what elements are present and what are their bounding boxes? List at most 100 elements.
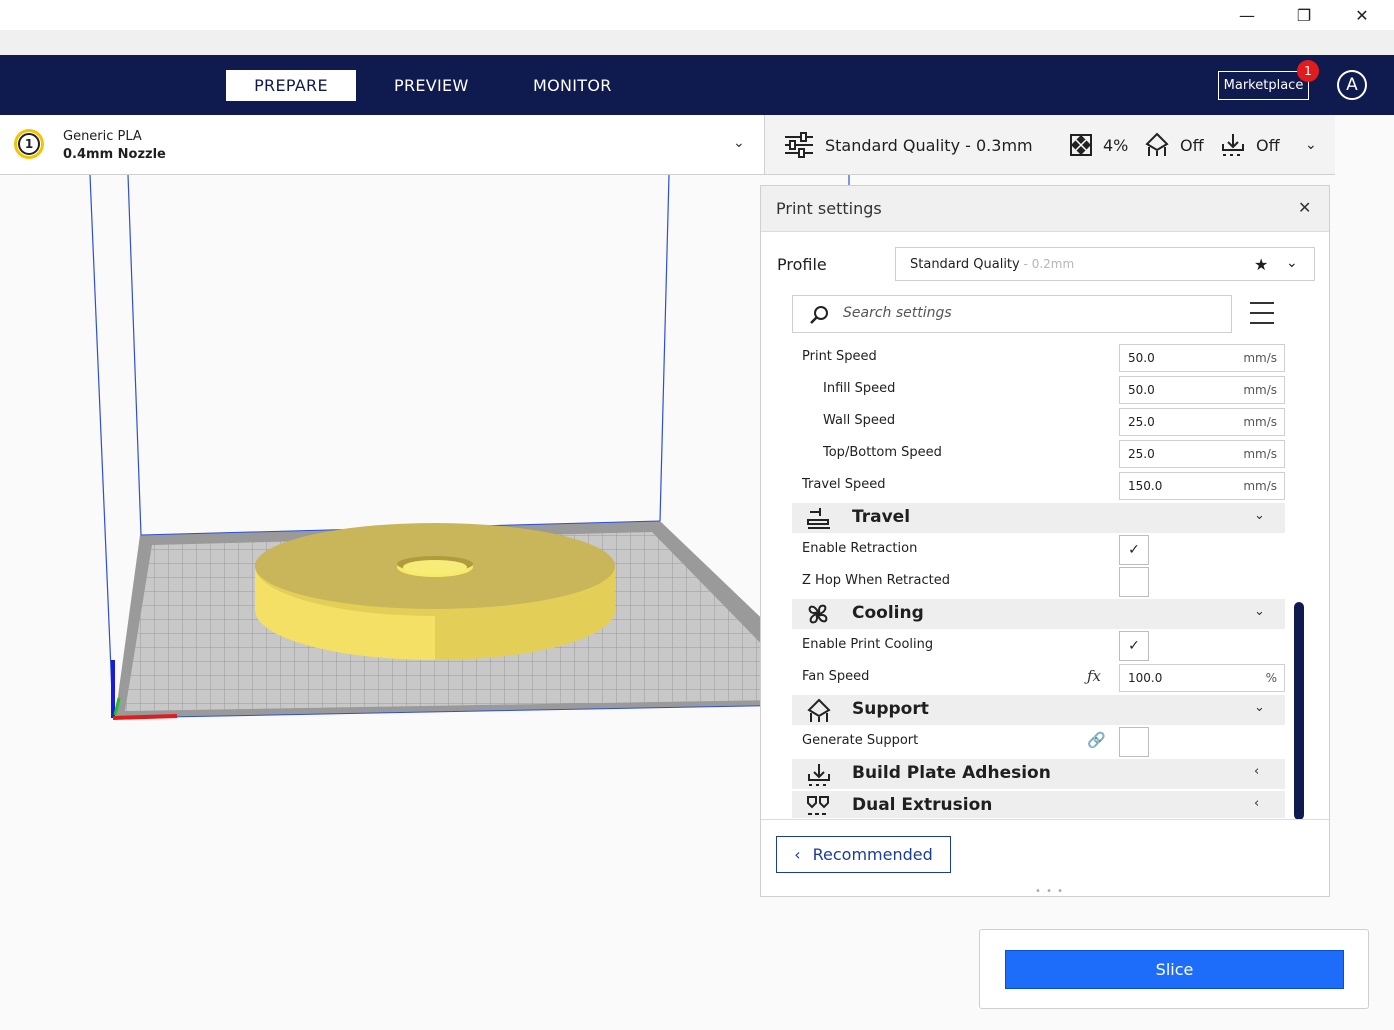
- setting-label: Generate Support: [802, 733, 919, 748]
- search-icon: [810, 306, 828, 324]
- support-summary[interactable]: Off: [1144, 115, 1204, 175]
- search-input[interactable]: [843, 305, 1213, 321]
- settings-scrollbar[interactable]: [1294, 602, 1304, 820]
- chevron-down-icon[interactable]: ⌄: [1305, 115, 1317, 175]
- quality-summary[interactable]: Standard Quality - 0.3mm: [783, 115, 1033, 175]
- close-icon[interactable]: ✕: [1298, 198, 1311, 217]
- close-window-button[interactable]: ✕: [1333, 0, 1391, 30]
- enable-cooling-checkbox[interactable]: ✓: [1119, 631, 1149, 661]
- section-title: Support: [852, 699, 929, 719]
- slice-button[interactable]: Slice: [1005, 950, 1344, 989]
- material-selector[interactable]: 1 Generic PLA 0.4mm Nozzle ⌄: [0, 115, 765, 175]
- resize-handle[interactable]: • • •: [1035, 886, 1064, 897]
- fan-speed-field[interactable]: 100.0 %: [1119, 664, 1285, 692]
- extruder-icon: 1: [14, 129, 44, 159]
- panel-title: Print settings: [776, 199, 882, 218]
- sliders-icon: [785, 132, 813, 158]
- setting-label: Wall Speed: [823, 413, 896, 428]
- wall-speed-field[interactable]: 25.0 mm/s: [1119, 408, 1285, 436]
- setting-label: Top/Bottom Speed: [823, 445, 942, 460]
- field-value: 150.0: [1128, 479, 1163, 493]
- minimize-button[interactable]: —: [1218, 0, 1276, 30]
- tab-monitor[interactable]: MONITOR: [503, 70, 642, 101]
- dual-extrusion-icon: [807, 796, 829, 815]
- field-unit: mm/s: [1243, 479, 1277, 493]
- fan-icon: [808, 604, 828, 624]
- star-icon[interactable]: ★: [1254, 255, 1268, 274]
- chevron-down-icon[interactable]: ⌄: [1254, 700, 1265, 715]
- chevron-down-icon[interactable]: ⌄: [733, 135, 745, 151]
- setting-row: Travel Speed 150.0 mm/s: [791, 470, 1286, 502]
- infill-speed-field[interactable]: 50.0 mm/s: [1119, 376, 1285, 404]
- panel-divider: [761, 819, 1329, 820]
- infill-summary[interactable]: 4%: [1069, 115, 1128, 175]
- support-icon: [1145, 132, 1169, 156]
- setting-row: Infill Speed 50.0 mm/s: [791, 374, 1286, 406]
- setting-row: Generate Support 🔗: [791, 726, 1286, 758]
- travel-icon: [807, 508, 830, 529]
- setting-row: Top/Bottom Speed 25.0 mm/s: [791, 438, 1286, 470]
- setting-label: Infill Speed: [823, 381, 896, 396]
- recommended-button[interactable]: ‹ Recommended: [776, 836, 951, 873]
- chevron-down-icon[interactable]: ⌄: [1254, 508, 1265, 523]
- profile-label: Profile: [777, 255, 827, 274]
- profile-value: Standard Quality - 0.2mm: [910, 257, 1075, 272]
- topbottom-speed-field[interactable]: 25.0 mm/s: [1119, 440, 1285, 468]
- section-dual-extrusion[interactable]: Dual Extrusion ‹: [792, 791, 1285, 818]
- menu-strip: [0, 30, 1394, 55]
- account-avatar[interactable]: A: [1337, 70, 1367, 100]
- setting-label: Fan Speed: [802, 669, 870, 684]
- chevron-left-icon[interactable]: ‹: [1254, 796, 1259, 811]
- tab-preview[interactable]: PREVIEW: [364, 70, 499, 101]
- section-cooling[interactable]: Cooling ⌄: [792, 599, 1285, 629]
- infill-icon: [1070, 134, 1092, 156]
- restore-button[interactable]: ❐: [1275, 0, 1333, 30]
- link-icon[interactable]: 🔗: [1087, 731, 1106, 749]
- section-title: Cooling: [852, 603, 924, 623]
- adhesion-summary[interactable]: Off: [1220, 115, 1280, 175]
- setting-row: Enable Retraction ✓: [791, 534, 1286, 566]
- setting-label: Travel Speed: [802, 477, 886, 492]
- marketplace-badge: 1: [1297, 60, 1319, 82]
- setting-label: Print Speed: [802, 349, 877, 364]
- title-bar: — ❐ ✕: [0, 0, 1394, 30]
- marketplace-button[interactable]: Marketplace: [1218, 71, 1309, 100]
- tab-prepare[interactable]: PREPARE: [226, 70, 356, 101]
- field-value: 25.0: [1128, 447, 1155, 461]
- z-hop-checkbox[interactable]: [1119, 567, 1149, 597]
- setting-row: Print Speed 50.0 mm/s: [791, 344, 1286, 374]
- adhesion-icon: [1222, 134, 1244, 156]
- field-unit: mm/s: [1243, 415, 1277, 429]
- field-unit: mm/s: [1243, 351, 1277, 365]
- setting-label: Enable Print Cooling: [802, 637, 934, 652]
- generate-support-checkbox[interactable]: [1119, 727, 1149, 757]
- volume-edge-back-left: [127, 174, 142, 536]
- search-settings-box[interactable]: [792, 295, 1232, 333]
- function-icon[interactable]: ƒx: [1087, 667, 1101, 685]
- model-washer[interactable]: [255, 523, 615, 660]
- recommended-label: Recommended: [812, 845, 933, 864]
- section-travel[interactable]: Travel ⌄: [792, 503, 1285, 533]
- chevron-left-icon[interactable]: ‹: [1254, 764, 1259, 779]
- panel-header: Print settings ✕: [761, 186, 1329, 232]
- field-value: 25.0: [1128, 415, 1155, 429]
- setting-row: Fan Speed ƒx 100.0 %: [791, 662, 1286, 694]
- section-build-plate-adhesion[interactable]: Build Plate Adhesion ‹: [792, 759, 1285, 789]
- print-settings-panel: Print settings ✕ Profile Standard Qualit…: [760, 185, 1330, 897]
- settings-menu-icon[interactable]: [1250, 302, 1274, 332]
- adhesion-icon: [808, 764, 830, 786]
- field-unit: %: [1265, 671, 1277, 685]
- slice-panel: Slice: [979, 929, 1369, 1009]
- chevron-down-icon[interactable]: ⌄: [1286, 255, 1298, 271]
- print-setup-selector[interactable]: Standard Quality - 0.3mm 4% Off Off ⌄: [765, 115, 1335, 175]
- section-support[interactable]: Support ⌄: [792, 695, 1285, 725]
- travel-speed-field[interactable]: 150.0 mm/s: [1119, 472, 1285, 500]
- settings-list: Print Speed 50.0 mm/s Infill Speed 50.0 …: [791, 344, 1286, 818]
- setting-label: Z Hop When Retracted: [802, 573, 950, 588]
- chevron-down-icon[interactable]: ⌄: [1254, 604, 1265, 619]
- field-unit: mm/s: [1243, 383, 1277, 397]
- profile-dropdown[interactable]: Standard Quality - 0.2mm ★ ⌄: [895, 247, 1315, 281]
- chevron-left-icon: ‹: [794, 845, 801, 864]
- enable-retraction-checkbox[interactable]: ✓: [1119, 535, 1149, 565]
- print-speed-field[interactable]: 50.0 mm/s: [1119, 344, 1285, 372]
